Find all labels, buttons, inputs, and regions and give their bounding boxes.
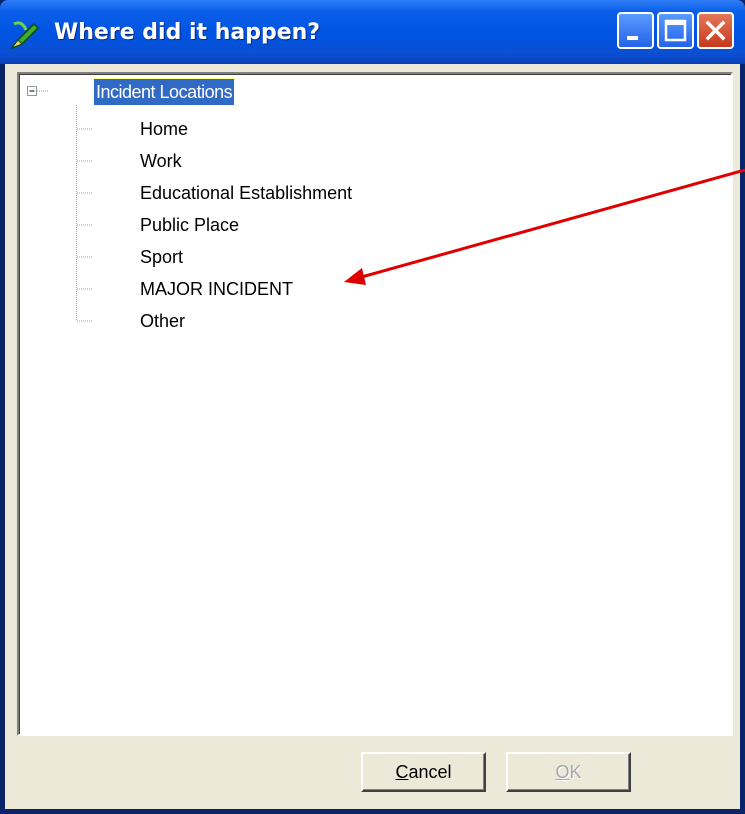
maximize-icon xyxy=(664,19,687,42)
close-button[interactable] xyxy=(697,12,734,49)
dialog-body: Incident Locations Home Work Educational… xyxy=(5,64,740,809)
tree-item-educational-establishment[interactable]: Educational Establishment xyxy=(140,179,352,207)
ok-button[interactable]: OK xyxy=(506,752,631,792)
collapse-toggle-icon[interactable] xyxy=(27,86,37,96)
ok-label-rest: K xyxy=(569,762,582,782)
tree-item-public-place[interactable]: Public Place xyxy=(140,211,239,239)
cancel-label-rest: ancel xyxy=(408,762,452,782)
tree-connector-lines xyxy=(27,86,93,322)
dialog-window: Where did it happen? Incident Locations … xyxy=(0,0,745,814)
close-icon xyxy=(705,20,726,41)
cancel-accelerator: C xyxy=(395,762,409,782)
ok-accelerator: O xyxy=(555,762,570,782)
window-title: Where did it happen? xyxy=(54,20,321,45)
tree-item-major-incident[interactable]: MAJOR INCIDENT xyxy=(140,275,293,303)
tree-item-other[interactable]: Other xyxy=(140,307,185,335)
title-bar[interactable]: Where did it happen? xyxy=(0,0,745,64)
minimize-button[interactable] xyxy=(617,12,654,49)
location-tree[interactable]: Incident Locations Home Work Educational… xyxy=(17,72,733,736)
minimize-icon xyxy=(627,36,638,40)
cancel-button[interactable]: Cancel xyxy=(361,752,486,792)
tree-item-work[interactable]: Work xyxy=(140,147,182,175)
maximize-button[interactable] xyxy=(657,12,694,49)
tree-item-home[interactable]: Home xyxy=(140,115,188,143)
pen-icon xyxy=(9,21,40,50)
tree-root-incident-locations[interactable]: Incident Locations xyxy=(92,78,236,106)
tree-item-sport[interactable]: Sport xyxy=(140,243,183,271)
